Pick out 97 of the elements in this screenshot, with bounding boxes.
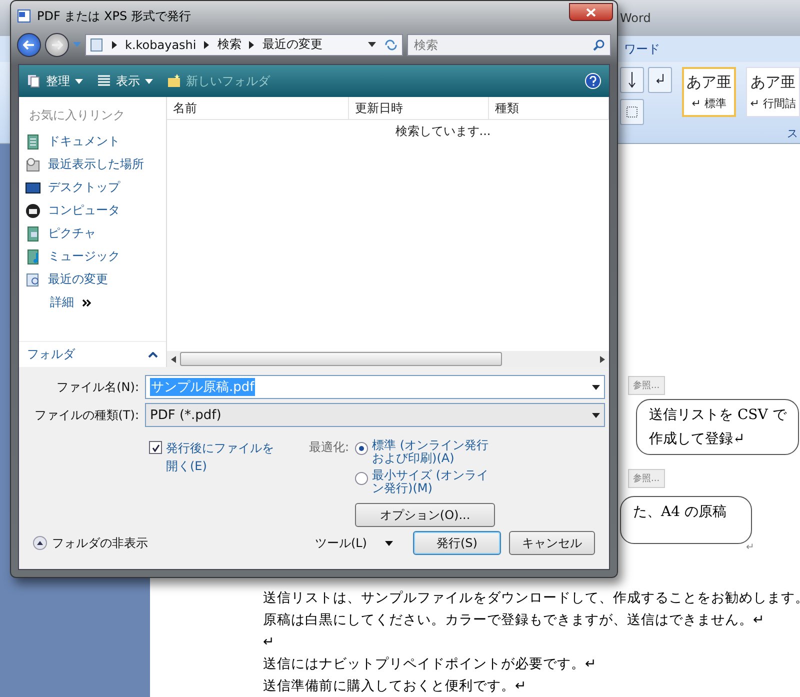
down-arrow-icon (628, 72, 636, 88)
paragraph-mark: ↵ (746, 542, 754, 554)
back-button[interactable] (17, 32, 41, 57)
caret-icon (385, 540, 393, 546)
breadcrumb[interactable]: k.kobayashi (125, 38, 196, 52)
favorite-link[interactable]: ミュージック (19, 245, 166, 268)
window-title: Word (620, 11, 651, 25)
caret-icon (592, 412, 600, 418)
help-button[interactable] (585, 73, 601, 89)
document-icon (17, 9, 31, 24)
paragraph: 送信にはナビットプリペイドポイントが必要です。↵ (263, 656, 598, 673)
checkbox[interactable] (149, 441, 162, 454)
help-icon (589, 76, 597, 86)
radio-button[interactable] (355, 472, 368, 485)
status-text: 検索しています... (395, 123, 491, 140)
style-sample: あア亜 (686, 73, 732, 92)
style-name: ↵ 標準 (692, 96, 726, 111)
hide-folders-button[interactable]: フォルダの非表示 (33, 534, 148, 552)
double-chevron-icon (82, 298, 92, 306)
favorite-link[interactable]: デスクトップ (19, 176, 166, 199)
callout-text: 送信リストを CSV で (649, 406, 786, 424)
check-icon (152, 444, 160, 452)
search-icon (593, 38, 605, 51)
paragraph-mark-button[interactable] (648, 67, 672, 93)
favorite-link[interactable]: ピクチャ (19, 222, 166, 245)
chevron-up-icon (148, 352, 158, 358)
selected-text: サンプル原稿.pdf (150, 378, 256, 396)
chevron-icon (204, 40, 210, 49)
new-folder-icon (167, 74, 181, 88)
caret-icon (75, 78, 83, 84)
paragraph: 送信リストは、サンプルファイルをダウンロードして、作成することをお勧めします。 (263, 590, 800, 607)
ribbon-tab[interactable]: ワード (624, 40, 660, 58)
dialog-title: PDF または XPS 形式で発行 (37, 8, 192, 25)
address-bar[interactable]: k.kobayashi 検索 最近の変更 (85, 34, 403, 56)
music-folder-icon (25, 248, 41, 264)
list-view-icon (97, 74, 111, 88)
more-link[interactable]: 詳細 (19, 291, 166, 311)
checkbox-label: 発行後にファイルを開く(E) (166, 440, 275, 475)
style-sample: あア亜 (750, 73, 796, 92)
close-button[interactable] (569, 3, 613, 21)
right-arrow-icon (51, 40, 63, 50)
border-icon (626, 106, 638, 118)
field-label: ファイルの種類(T): (33, 406, 139, 424)
paragraph: 原稿は白黒にしてください。カラーで登録もできますが、送信はできません。↵ (263, 612, 766, 629)
style-gallery-item[interactable]: あア亜 ↵ 標準 (682, 67, 736, 117)
breadcrumb[interactable]: 最近の変更 (262, 36, 322, 54)
caret-icon (592, 384, 600, 390)
style-gallery-item[interactable]: あア亜 ↵ 行間詰 (746, 67, 800, 117)
style-name: ↵ 行間詰 (750, 96, 796, 111)
scrollbar-thumb[interactable] (180, 352, 502, 366)
monitor-icon (25, 180, 41, 196)
callout-text: 作成して登録↵ (649, 430, 746, 448)
chevron-up-icon (33, 536, 47, 550)
browse-button[interactable]: 参照... (628, 469, 665, 488)
toolbar-button[interactable]: 整理 (27, 72, 83, 90)
file-type-select[interactable]: PDF (*.pdf) (145, 403, 605, 427)
left-arrow-icon (171, 356, 176, 362)
field-label: ファイル名(N): (56, 378, 139, 396)
radio-label: 最小サイズ (オンライン発行)(M) (372, 469, 490, 495)
sort-button[interactable] (620, 67, 644, 93)
close-icon (586, 8, 596, 16)
caret-icon (368, 42, 376, 48)
radio-button[interactable] (355, 442, 368, 455)
callout-text: た、A4 の原稿 (633, 503, 728, 521)
optimize-label: 最適化: (309, 439, 350, 456)
select-value: PDF (*.pdf) (150, 408, 222, 422)
tools-button[interactable]: ツール(L) (314, 534, 393, 552)
favorite-link[interactable]: 最近表示した場所 (19, 153, 166, 176)
cancel-button[interactable]: キャンセル (509, 531, 595, 555)
paragraph: ↵ (263, 634, 276, 651)
caret-icon (73, 42, 81, 48)
forward-button[interactable] (45, 32, 69, 57)
caret-icon (145, 78, 153, 84)
left-arrow-icon (23, 40, 35, 50)
chevron-icon (249, 40, 254, 49)
toolbar-button[interactable]: 表示 (97, 72, 153, 90)
browse-button[interactable]: 参照... (628, 376, 665, 395)
paragraph: 送信準備前に購入しておくと便利です。↵ (263, 678, 528, 695)
chevron-icon (112, 40, 117, 49)
favorites-header: お気に入りリンク (28, 107, 126, 124)
search-field[interactable]: 検索 (407, 34, 611, 56)
refresh-icon (384, 38, 398, 51)
pictures-folder-icon (25, 226, 41, 242)
favorite-link[interactable]: コンピュータ (19, 199, 166, 222)
horizontal-scrollbar[interactable] (167, 351, 609, 367)
border-button[interactable] (620, 99, 644, 125)
radio-label: 標準 (オンライン発行および印刷)(A) (372, 439, 490, 465)
favorite-link[interactable]: ドキュメント (19, 130, 166, 153)
document-icon (25, 134, 41, 150)
favorite-link[interactable]: 最近の変更 (19, 268, 166, 291)
computer-icon (25, 202, 41, 218)
group-label: ス (787, 126, 798, 141)
publish-button[interactable]: 発行(S) (413, 531, 501, 555)
options-button[interactable]: オプション(O)... (355, 503, 496, 527)
pages-icon (27, 74, 41, 88)
breadcrumb[interactable]: 検索 (217, 36, 242, 54)
right-arrow-icon (600, 356, 605, 362)
